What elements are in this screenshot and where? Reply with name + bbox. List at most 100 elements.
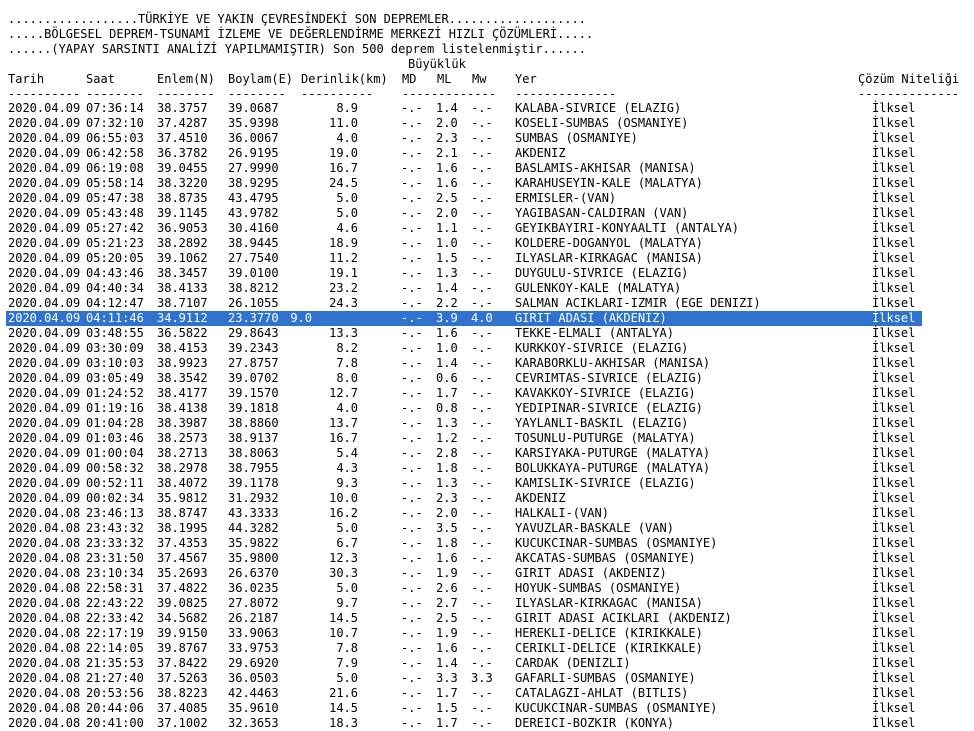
table-row[interactable]: 2020.04.08 23:43:32 38.1995 44.3282 5.0 -.- 3.… [0,521,974,536]
table-row[interactable]: 2020.04.08 21:27:40 37.5263 36.0503 5.0 -.- 3.… [0,671,974,686]
table-row[interactable]: 2020.04.09 04:43:46 38.3457 39.0100 19.1 -.- 1… [0,266,974,281]
separator-saat: -------- [86,87,144,101]
table-row[interactable]: 2020.04.09 05:20:05 39.1062 27.7540 11.2 -.- 1… [0,251,974,266]
cell-ml: 2.7 [436,596,458,610]
table-row[interactable]: 2020.04.09 01:03:46 38.2573 38.9137 16.7 -.- 1… [0,431,974,446]
cell-cozum: İlksel [872,386,916,400]
cell-enlem: 37.1002 [157,716,208,730]
table-row[interactable]: 2020.04.09 01:19:16 38.4138 39.1818 4.0 -.- 0.… [0,401,974,416]
table-row[interactable]: 2020.04.09 07:32:10 37.4287 35.9398 11.0 -.- 2… [0,116,974,131]
cell-cozum: İlksel [872,536,916,550]
table-row[interactable]: 2020.04.08 23:31:50 37.4567 35.9800 12.3 -.- 1… [0,551,974,566]
table-row[interactable]: 2020.04.09 06:55:03 37.4510 36.0067 4.0 -.- 2.… [0,131,974,146]
cell-saat: 07:32:10 [86,116,144,130]
cell-mw: -.- [471,401,493,415]
cell-ml: 1.4 [436,656,458,670]
cell-yer: SUMBAS (OSMANIYE) [515,131,638,145]
table-row[interactable]: 2020.04.09 05:58:14 38.3220 38.9295 24.5 -.- 1… [0,176,974,191]
cell-ml: 1.3 [436,416,458,430]
cell-md: -.- [401,401,423,415]
col-saat: Saat [86,72,115,86]
cell-ml: 1.5 [436,701,458,715]
table-row[interactable]: 2020.04.09 03:05:49 38.3542 39.0702 8.0 -.- 0.… [0,371,974,386]
cell-enlem: 37.4822 [157,581,208,595]
table-row[interactable]: 2020.04.08 22:43:22 39.0825 27.8072 9.7 -.- 2.… [0,596,974,611]
cell-md: -.- [401,716,423,730]
cell-saat: 05:47:38 [86,191,144,205]
table-row[interactable]: 2020.04.09 00:02:34 35.9812 31.2932 10.0 -.- 2… [0,491,974,506]
cell-ml: 2.2 [436,296,458,310]
cell-enlem: 38.9923 [157,356,208,370]
table-row[interactable]: 2020.04.08 22:17:19 39.9150 33.9063 10.7 -.- 1… [0,626,974,641]
table-row[interactable]: 2020.04.09 05:21:23 38.2892 38.9445 18.9 -.- 1… [0,236,974,251]
table-row[interactable]: 2020.04.08 22:14:05 39.8767 33.9753 7.8 -.- 1.… [0,641,974,656]
table-row[interactable]: 2020.04.08 20:44:06 37.4085 35.9610 14.5 -.- 1… [0,701,974,716]
cell-derinlik: 8.9 [336,101,358,115]
cell-ml: 1.9 [436,626,458,640]
cell-yer: CERIKLI-DELICE (KIRIKKALE) [515,641,703,655]
table-row[interactable]: 2020.04.08 20:53:56 38.8223 42.4463 21.6 -.- 1… [0,686,974,701]
cell-mw: -.- [471,386,493,400]
cell-enlem: 37.4510 [157,131,208,145]
cell-saat: 01:00:04 [86,446,144,460]
cell-ml: 1.1 [436,221,458,235]
table-row[interactable]: 2020.04.09 01:00:04 38.2713 38.8063 5.4 -.- 2.… [0,446,974,461]
cell-yer: YEDIPINAR-SIVRICE (ELAZIG) [515,401,703,415]
table-row[interactable]: 2020.04.09 05:47:38 38.8735 43.4795 5.0 -.- 2.… [0,191,974,206]
cell-ml: 2.3 [436,131,458,145]
cell-enlem: 38.2978 [157,461,208,475]
cell-enlem: 39.1062 [157,251,208,265]
cell-boylam: 44.3282 [228,521,279,535]
cell-yer: BASLAMIS-AKHISAR (MANISA) [515,161,696,175]
table-row[interactable]: 2020.04.09 07:36:14 38.3757 39.0687 8.9 -.- 1.… [0,101,974,116]
table-row[interactable]: 2020.04.09 00:52:11 38.4072 39.1178 9.3 -.- 1.… [0,476,974,491]
table-row[interactable]: 2020.04.09 04:40:34 38.4133 38.8212 23.2 -.- 1… [0,281,974,296]
cell-mw: -.- [471,326,493,340]
table-row[interactable]: 2020.04.09 01:04:28 38.3987 38.8860 13.7 -.- 1… [0,416,974,431]
cell-mw: -.- [471,131,493,145]
cell-yer: ILYASLAR-KIRKAGAC (MANISA) [515,596,703,610]
cell-md: -.- [401,101,423,115]
cell-boylam: 29.6920 [228,656,279,670]
table-row[interactable]: 2020.04.08 23:33:32 37.4353 35.9822 6.7 -.- 1.… [0,536,974,551]
cell-yer: KUCUKCINAR-SUMBAS (OSMANIYE) [515,701,718,715]
table-row[interactable]: 2020.04.09 00:58:32 38.2978 38.7955 4.3 -.- 1.… [0,461,974,476]
cell-saat: 00:52:11 [86,476,144,490]
cell-derinlik: 11.2 [329,251,358,265]
cell-mw: -.- [471,221,493,235]
table-row[interactable]: 2020.04.08 22:58:31 37.4822 36.0235 5.0 -.- 2.… [0,581,974,596]
cell-yer: KOSELI-SUMBAS (OSMANIYE) [515,116,689,130]
table-row[interactable]: 2020.04.08 23:10:34 35.2693 26.6370 30.3 -.- 1… [0,566,974,581]
cell-yer: GULENKOY-KALE (MALATYA) [515,281,682,295]
table-row[interactable]: 2020.04.08 21:35:53 37.8422 29.6920 7.9 -.- 1.… [0,656,974,671]
cell-tarih: 2020.04.09 [8,431,81,445]
table-row[interactable]: 2020.04.09 01:24:52 38.4177 39.1570 12.7 -.- 1… [0,386,974,401]
table-row[interactable]: 2020.04.09 06:19:08 39.0455 27.9990 16.7 -.- 1… [0,161,974,176]
cell-yer: GIRIT ADASI ACIKLARI (AKDENIZ) [515,611,732,625]
cell-enlem: 38.2573 [157,431,208,445]
table-row[interactable]: 2020.04.09 03:10:03 38.9923 27.8757 7.8 -.- 1.… [0,356,974,371]
col-yer: Yer [515,72,537,86]
cell-mw: -.- [471,281,493,295]
cell-derinlik: 12.7 [329,386,358,400]
table-row[interactable]: 2020.04.09 06:42:58 36.3782 26.9195 19.0 -.- 2… [0,146,974,161]
table-row[interactable]: 2020.04.09 03:30:09 38.4153 39.2343 8.2 -.- 1.… [0,341,974,356]
table-row[interactable]: 2020.04.09 03:48:55 36.5822 29.8643 13.3 -.- 1… [0,326,974,341]
cell-enlem: 38.3457 [157,266,208,280]
table-row[interactable]: 2020.04.08 23:46:13 38.8747 43.3333 16.2 -.- 2… [0,506,974,521]
cell-cozum: İlksel [872,521,916,535]
table-row[interactable]: 2020.04.09 05:43:48 39.1145 43.9782 5.0 -.- 2.… [0,206,974,221]
cell-yer: CARDAK (DENIZLI) [515,656,631,670]
table-row[interactable]: 2020.04.08 22:33:42 34.5682 26.2187 14.5 -.- 2… [0,611,974,626]
table-row[interactable]: 2020.04.09 04:11:46 34.9112 23.3770 9.0 -.- 3.… [6,311,922,326]
table-row[interactable]: 2020.04.09 04:12:47 38.7107 26.1055 24.3 -.- 2… [0,296,974,311]
cell-saat: 05:58:14 [86,176,144,190]
cell-tarih: 2020.04.08 [8,671,81,685]
cell-cozum: İlksel [872,311,916,325]
cell-cozum: İlksel [872,176,916,190]
table-row[interactable]: 2020.04.09 05:27:42 36.9053 30.4160 4.6 -.- 1.… [0,221,974,236]
earthquake-list-page: ..................TÜRKİYE VE YAKIN ÇEVRE… [0,0,974,730]
cell-yer: KARABORKLU-AKHISAR (MANISA) [515,356,711,370]
cell-derinlik: 14.5 [329,611,358,625]
table-row[interactable]: 2020.04.08 20:41:00 37.1002 32.3653 18.3 -.- 1… [0,716,974,731]
